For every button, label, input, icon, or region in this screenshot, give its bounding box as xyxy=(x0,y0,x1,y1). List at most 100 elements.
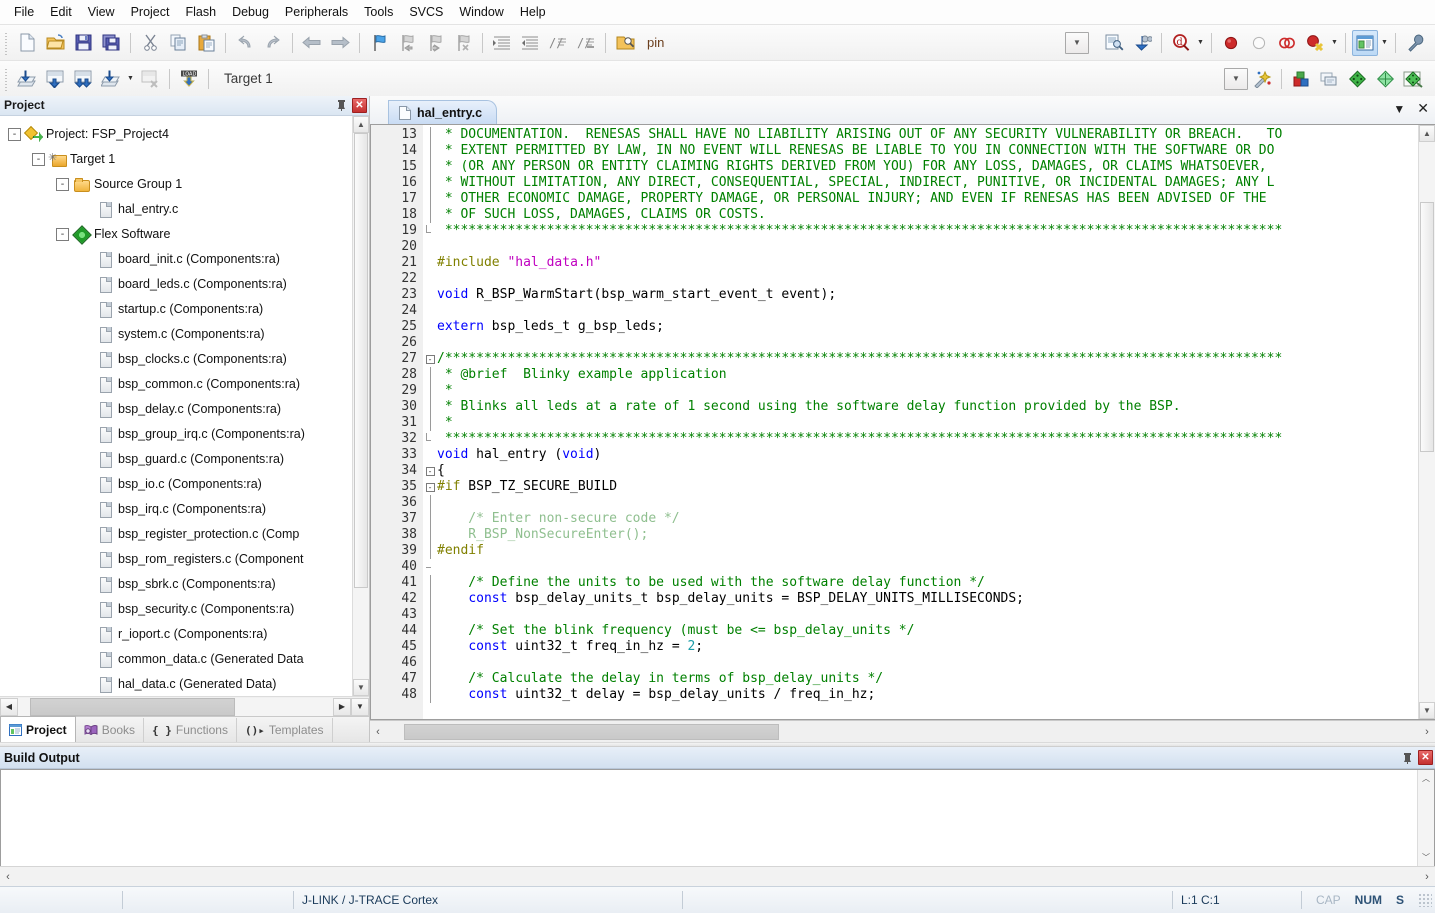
navigate-forward-button[interactable] xyxy=(327,30,353,56)
scroll-left-icon[interactable]: ◀ xyxy=(0,697,18,716)
tree-item-source[interactable]: - Source Group 1 xyxy=(0,172,352,197)
menu-svcs[interactable]: SVCS xyxy=(401,2,451,22)
target-options-button[interactable] xyxy=(1249,66,1275,92)
disable-breakpoint-button[interactable] xyxy=(1246,30,1272,56)
scroll-down-icon[interactable]: ▼ xyxy=(353,679,369,696)
build-output-vscrollbar[interactable]: ︿ ﹀ xyxy=(1417,770,1434,866)
bookmark-clear-button[interactable] xyxy=(450,30,476,56)
scroll-up-icon[interactable]: ▲ xyxy=(353,115,369,133)
batch-build-caret[interactable]: ▼ xyxy=(125,66,136,92)
tree-item-bsp_common.c[interactable]: bsp_common.c (Components:ra) xyxy=(0,372,352,397)
tree-item-flex[interactable]: - Flex Software xyxy=(0,222,352,247)
tab-books[interactable]: Books xyxy=(76,718,145,742)
menu-peripherals[interactable]: Peripherals xyxy=(277,2,356,22)
debug-dropdown-caret[interactable]: ▼ xyxy=(1195,30,1206,56)
menu-window[interactable]: Window xyxy=(451,2,511,22)
tree-item-bsp_register_protection.c[interactable]: bsp_register_protection.c (Comp xyxy=(0,522,352,547)
editor-tab-hal-entry[interactable]: hal_entry.c xyxy=(388,100,498,124)
configure-target-button[interactable] xyxy=(1402,30,1428,56)
debug-start-button[interactable]: d xyxy=(1168,30,1194,56)
tree-item-bsp_io.c[interactable]: bsp_io.c (Components:ra) xyxy=(0,472,352,497)
scroll-left-icon[interactable]: ‹ xyxy=(0,871,16,883)
hscroll-track[interactable] xyxy=(386,722,1419,741)
fold-collapse-icon[interactable]: - xyxy=(423,463,437,479)
menu-help[interactable]: Help xyxy=(512,2,554,22)
vscroll-track[interactable] xyxy=(353,132,369,679)
menu-file[interactable]: File xyxy=(6,2,42,22)
tree-item-bsp_sbrk.c[interactable]: bsp_sbrk.c (Components:ra) xyxy=(0,572,352,597)
hscroll-track[interactable] xyxy=(16,867,1419,886)
menu-tools[interactable]: Tools xyxy=(356,2,401,22)
build-button[interactable] xyxy=(42,66,68,92)
tree-item-bsp_rom_registers.c[interactable]: bsp_rom_registers.c (Component xyxy=(0,547,352,572)
project-tree-hscrollbar[interactable]: ◀ ▶ ▼ xyxy=(0,696,369,716)
hscroll-thumb[interactable] xyxy=(30,697,235,716)
tree-item-bsp_clocks.c[interactable]: bsp_clocks.c (Components:ra) xyxy=(0,347,352,372)
save-all-button[interactable] xyxy=(98,30,124,56)
save-button[interactable] xyxy=(70,30,96,56)
code-folding-column[interactable]: --- xyxy=(423,125,437,719)
paste-button[interactable] xyxy=(193,30,219,56)
scroll-right-icon[interactable]: ▶ xyxy=(333,697,351,716)
menu-project[interactable]: Project xyxy=(123,2,178,22)
pin-icon[interactable] xyxy=(333,97,349,113)
tree-item-hal_entry.c[interactable]: hal_entry.c xyxy=(0,197,352,222)
tree-item-system.c[interactable]: system.c (Components:ra) xyxy=(0,322,352,347)
insert-breakpoint-button[interactable] xyxy=(1218,30,1244,56)
indent-right-button[interactable] xyxy=(489,30,515,56)
editor-hscrollbar[interactable]: ‹ › xyxy=(370,720,1435,742)
pin-icon[interactable] xyxy=(1399,750,1415,766)
hscroll-thumb[interactable] xyxy=(404,723,779,740)
tab-functions[interactable]: { } Functions xyxy=(144,718,237,742)
manage-multi-project-button[interactable] xyxy=(1316,66,1342,92)
tree-item-startup.c[interactable]: startup.c (Components:ra) xyxy=(0,297,352,322)
vscroll-track[interactable] xyxy=(1418,787,1434,849)
toolbar-grip[interactable] xyxy=(3,66,11,91)
pack-installer-button[interactable] xyxy=(1372,66,1398,92)
stop-build-button[interactable] xyxy=(137,66,163,92)
tree-item-board_init.c[interactable]: board_init.c (Components:ra) xyxy=(0,247,352,272)
toolbar-grip[interactable] xyxy=(3,30,11,55)
vscroll-track[interactable] xyxy=(1419,142,1435,702)
cut-button[interactable] xyxy=(137,30,163,56)
translate-button[interactable] xyxy=(14,66,40,92)
tree-item-bsp_irq.c[interactable]: bsp_irq.c (Components:ra) xyxy=(0,497,352,522)
rebuild-button[interactable] xyxy=(70,66,96,92)
chevron-down-icon[interactable]: ▼ xyxy=(1393,102,1405,116)
tab-project[interactable]: Project xyxy=(0,716,76,742)
fold-collapse-icon[interactable]: - xyxy=(423,351,437,367)
scroll-right-icon[interactable]: › xyxy=(1419,726,1435,738)
project-tree[interactable]: -Project: FSP_Project4-Target 1-Source G… xyxy=(0,115,352,696)
scroll-left-icon[interactable]: ‹ xyxy=(370,726,386,738)
tree-item-target[interactable]: - Target 1 xyxy=(0,147,352,172)
hscroll-track[interactable] xyxy=(18,697,333,716)
fold-collapse-icon[interactable]: - xyxy=(423,479,437,495)
scroll-right-icon[interactable]: › xyxy=(1419,871,1435,883)
indent-left-button[interactable] xyxy=(517,30,543,56)
find-in-files-button[interactable] xyxy=(612,30,638,56)
resize-grip-icon[interactable] xyxy=(1418,893,1432,907)
copy-button[interactable] xyxy=(165,30,191,56)
flex-configuration-button[interactable] xyxy=(1400,66,1426,92)
source-code-text[interactable]: * DOCUMENTATION. RENESAS SHALL HAVE NO L… xyxy=(437,125,1418,719)
scroll-down-icon[interactable]: ▼ xyxy=(1419,702,1435,719)
tree-item-bsp_delay.c[interactable]: bsp_delay.c (Components:ra) xyxy=(0,397,352,422)
bookmark-next-button[interactable] xyxy=(422,30,448,56)
scroll-up-icon[interactable]: ︿ xyxy=(1418,770,1434,787)
tree-expander-icon[interactable]: - xyxy=(56,227,69,241)
uncomment-lines-button[interactable]: // xyxy=(573,30,599,56)
code-area[interactable]: 13 14 15 16 17 18 19 20 21 22 23 24 25 26 27 28 29 30 31 32… xyxy=(371,125,1418,719)
close-icon[interactable]: ✕ xyxy=(1417,100,1429,117)
navigate-back-button[interactable] xyxy=(299,30,325,56)
tree-item-project[interactable]: - Project: FSP_Project4 xyxy=(0,122,352,147)
windows-dropdown-caret[interactable]: ▼ xyxy=(1379,30,1390,56)
bookmark-toggle-button[interactable] xyxy=(366,30,392,56)
download-button[interactable]: LOAD xyxy=(176,66,202,92)
vscroll-thumb[interactable] xyxy=(1420,202,1434,452)
breakpoints-dropdown-caret[interactable]: ▼ xyxy=(1329,30,1340,56)
tree-item-common_data.c[interactable]: common_data.c (Generated Data xyxy=(0,647,352,672)
tree-item-bsp_security.c[interactable]: bsp_security.c (Components:ra) xyxy=(0,597,352,622)
redo-button[interactable] xyxy=(260,30,286,56)
batch-build-button[interactable] xyxy=(98,66,124,92)
tree-item-bsp_group_irq.c[interactable]: bsp_group_irq.c (Components:ra) xyxy=(0,422,352,447)
